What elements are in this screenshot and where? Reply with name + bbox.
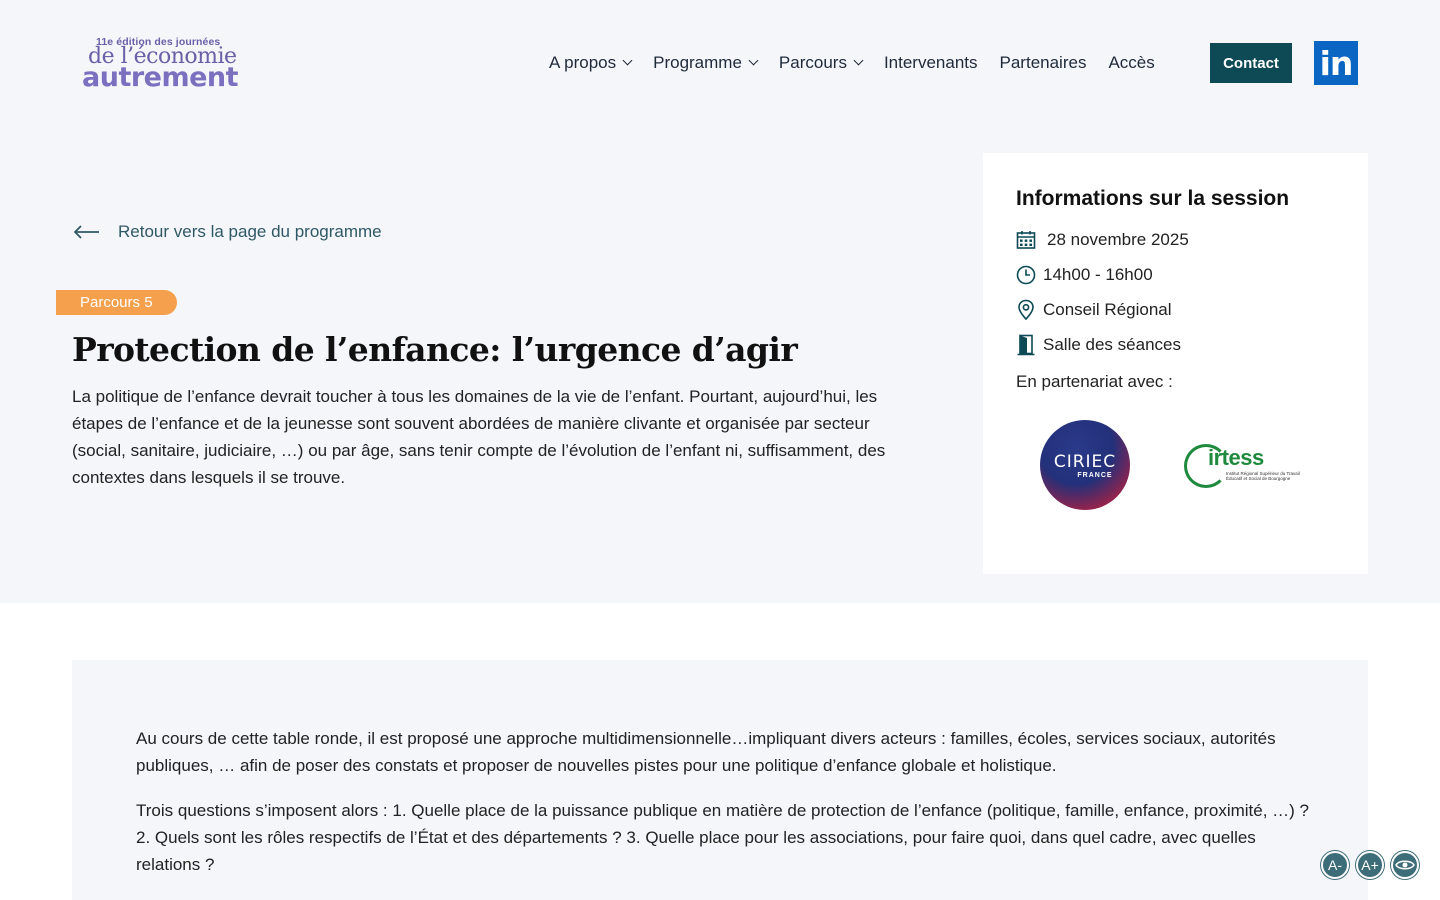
chevron-down-icon <box>748 55 759 66</box>
linkedin-icon[interactable]: in <box>1314 41 1358 85</box>
session-date: 28 novembre 2025 <box>1015 229 1189 251</box>
clock-icon <box>1015 264 1037 286</box>
calendar-icon <box>1015 229 1037 251</box>
nav-programme[interactable]: Programme <box>653 53 759 73</box>
nav-parcours[interactable]: Parcours <box>779 53 864 73</box>
nav-a-propos[interactable]: A propos <box>549 53 633 73</box>
session-time: 14h00 - 16h00 <box>1015 264 1153 286</box>
logo-line3: autrement <box>82 62 239 93</box>
session-description: Au cours de cette table ronde, il est pr… <box>72 660 1368 900</box>
nav-acces[interactable]: Accès <box>1108 53 1154 73</box>
session-heading: Informations sur la session <box>1016 187 1290 210</box>
partner-label: En partenariat avec : <box>1016 372 1173 391</box>
contrast-eye-icon[interactable] <box>1391 851 1419 879</box>
session-info-card: Informations sur la session 28 novembre … <box>983 153 1368 574</box>
main-nav: A propos Programme Parcours Intervenants… <box>549 40 1177 86</box>
nav-intervenants[interactable]: Intervenants <box>884 53 978 73</box>
session-place: Conseil Régional <box>1015 299 1172 321</box>
decrease-font-button[interactable]: A- <box>1321 851 1349 879</box>
increase-font-button[interactable]: A+ <box>1356 851 1384 879</box>
back-to-program-link[interactable]: Retour vers la page du programme <box>74 222 382 242</box>
description-paragraph-1: Au cours de cette table ronde, il est pr… <box>136 729 1276 775</box>
contact-button[interactable]: Contact <box>1210 43 1292 83</box>
location-pin-icon <box>1015 299 1037 321</box>
parcours-badge[interactable]: Parcours 5 <box>56 290 177 315</box>
chevron-down-icon <box>853 55 864 66</box>
description-paragraph-2: Trois questions s’imposent alors : 1. Qu… <box>136 801 1310 874</box>
back-link-label: Retour vers la page du programme <box>118 222 382 241</box>
intro-text: La politique de l’enfance devrait touche… <box>72 387 886 487</box>
session-room: Salle des séances <box>1015 334 1181 356</box>
page-title: Protection de l’enfance: l’urgence d’agi… <box>72 330 798 369</box>
arrow-left-icon <box>74 225 99 239</box>
chevron-down-icon <box>622 55 633 66</box>
site-logo[interactable]: 11e édition des journées de l’économie a… <box>82 34 242 94</box>
door-icon <box>1015 334 1037 356</box>
irtess-logo[interactable]: irtess Institut Régional Supérieur du Tr… <box>1184 443 1302 491</box>
ciriec-logo[interactable]: CIRIEC FRANCE <box>1040 420 1130 510</box>
nav-partenaires[interactable]: Partenaires <box>1000 53 1087 73</box>
